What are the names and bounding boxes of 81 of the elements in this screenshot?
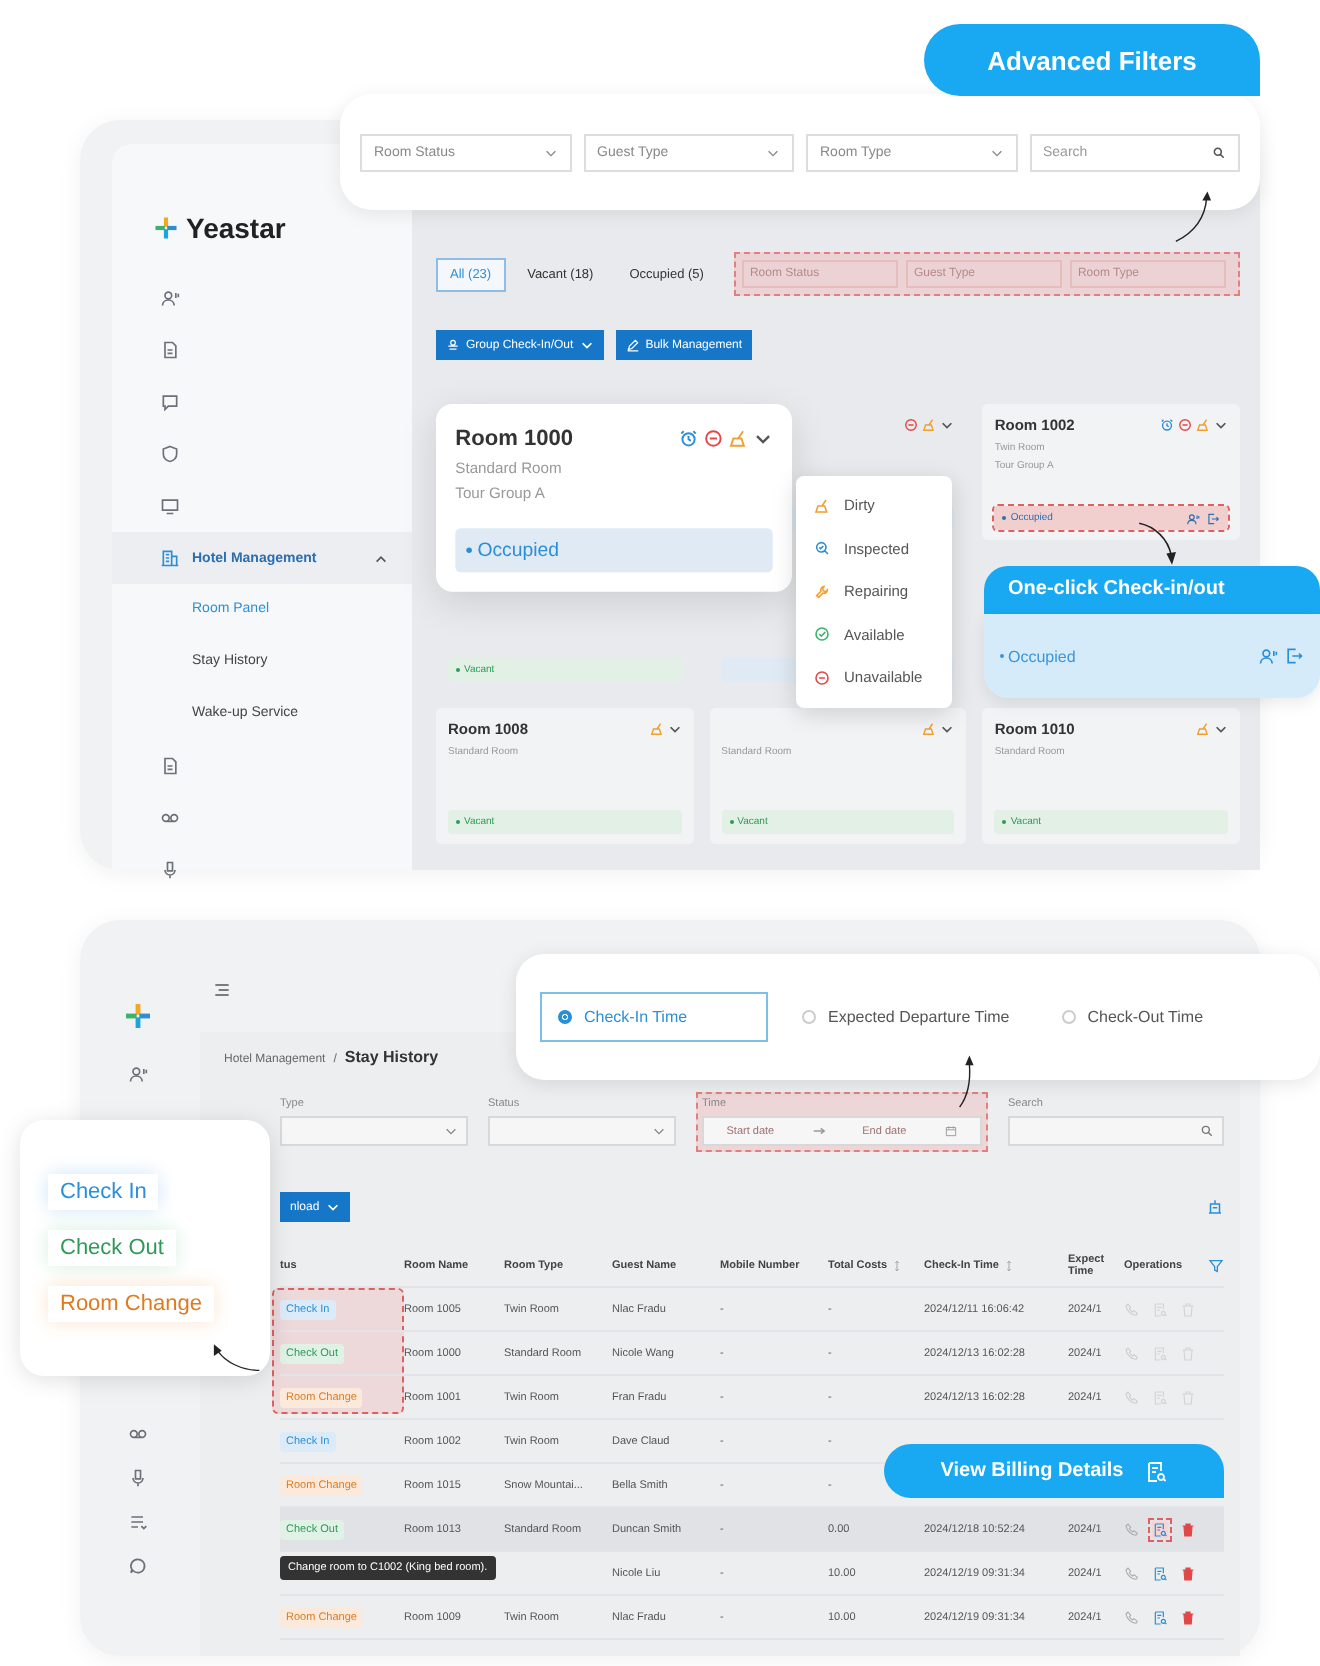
microphone-icon[interactable] bbox=[160, 860, 180, 880]
trash-icon[interactable] bbox=[1180, 1521, 1196, 1537]
chevron-down-icon[interactable] bbox=[1214, 418, 1228, 432]
filter-icon[interactable] bbox=[1208, 1258, 1224, 1274]
chevron-down-icon bbox=[989, 145, 1003, 159]
bill-details-icon bbox=[1143, 1459, 1168, 1483]
phone-icon[interactable] bbox=[1124, 1609, 1140, 1625]
calendar-icon bbox=[943, 1124, 958, 1138]
broom-icon bbox=[814, 497, 830, 514]
bill-details-icon[interactable] bbox=[1152, 1521, 1168, 1537]
callout-label: View Billing Details bbox=[884, 1444, 1224, 1498]
chevron-down-icon bbox=[652, 1124, 666, 1138]
wrench-icon bbox=[814, 583, 830, 600]
sort-icon[interactable] bbox=[1003, 1259, 1013, 1272]
trash-icon[interactable] bbox=[1180, 1609, 1196, 1625]
search-icon bbox=[1200, 1124, 1214, 1138]
radio-option[interactable]: Check-In Time bbox=[540, 992, 768, 1042]
select-field[interactable] bbox=[280, 1116, 468, 1146]
chevron-down-icon[interactable] bbox=[940, 722, 955, 736]
exit-icon[interactable] bbox=[1206, 511, 1220, 525]
voicemail-icon[interactable] bbox=[160, 808, 180, 828]
pen-icon bbox=[625, 338, 640, 352]
bill-details-icon[interactable] bbox=[1152, 1609, 1168, 1625]
magnifier-icon bbox=[814, 540, 830, 557]
menu-icon[interactable] bbox=[212, 980, 232, 1000]
curved-arrow bbox=[958, 1055, 974, 1108]
search-icon bbox=[1212, 145, 1226, 159]
voicemail-icon[interactable] bbox=[128, 1424, 148, 1444]
pinwheel-logo-icon bbox=[122, 1000, 154, 1032]
status-label: Occupied bbox=[466, 540, 560, 560]
curved-arrow bbox=[213, 1344, 261, 1371]
alarm-clock-icon[interactable] bbox=[677, 428, 698, 449]
room-name: Room 1000 bbox=[455, 426, 574, 451]
exit-icon[interactable] bbox=[1284, 646, 1304, 666]
person-icon[interactable] bbox=[1258, 646, 1278, 666]
document-icon[interactable] bbox=[160, 340, 180, 360]
chevron-down-icon bbox=[543, 145, 557, 159]
caret-icon bbox=[325, 1200, 340, 1214]
person-icon[interactable] bbox=[160, 288, 180, 308]
no-entry-icon[interactable] bbox=[702, 428, 723, 449]
document-icon[interactable] bbox=[160, 756, 180, 776]
search-field[interactable] bbox=[1008, 1116, 1224, 1146]
chat-icon[interactable] bbox=[160, 392, 180, 412]
phone-icon[interactable] bbox=[1124, 1521, 1140, 1537]
person-icon[interactable] bbox=[128, 1064, 148, 1084]
chevron-down-icon bbox=[444, 1124, 458, 1138]
sort-icon[interactable] bbox=[891, 1259, 902, 1272]
chevron-down-icon[interactable] bbox=[667, 722, 682, 736]
status-tag: Check Out bbox=[48, 1230, 176, 1266]
radio-option[interactable]: Check-Out Time bbox=[1043, 996, 1222, 1038]
no-entry-icon[interactable] bbox=[1178, 418, 1192, 432]
status-tag: Room Change bbox=[48, 1286, 214, 1322]
pinwheel-logo-icon bbox=[152, 214, 180, 242]
microphone-icon[interactable] bbox=[128, 1468, 148, 1488]
monitor-icon[interactable] bbox=[160, 496, 180, 516]
status-tag: Check In bbox=[48, 1174, 159, 1210]
callout-label: One-click Check-in/out bbox=[984, 566, 1320, 614]
chevron-down-icon[interactable] bbox=[1214, 722, 1228, 736]
list-icon[interactable] bbox=[128, 1512, 148, 1532]
caret-icon bbox=[579, 338, 594, 352]
arrow-right-icon bbox=[811, 1124, 826, 1138]
no-entry-icon bbox=[814, 669, 830, 686]
phone-icon[interactable] bbox=[1124, 1565, 1140, 1581]
person-icon[interactable] bbox=[1186, 511, 1200, 525]
status-label: Occupied bbox=[1000, 647, 1076, 665]
curved-arrow bbox=[1175, 191, 1212, 243]
building-icon bbox=[160, 548, 180, 568]
trash-icon[interactable] bbox=[1180, 1565, 1196, 1581]
radio-option[interactable]: Expected Departure Time bbox=[784, 996, 1028, 1038]
chevron-down-icon[interactable] bbox=[940, 418, 955, 432]
bill-details-icon[interactable] bbox=[1152, 1565, 1168, 1581]
no-entry-icon[interactable] bbox=[904, 418, 919, 432]
curved-arrow bbox=[1138, 522, 1176, 565]
page-title: Stay History bbox=[344, 1048, 439, 1066]
select-field[interactable] bbox=[488, 1116, 676, 1146]
callout-label: Advanced Filters bbox=[924, 24, 1260, 96]
speech-bubble-icon[interactable] bbox=[128, 1556, 148, 1576]
shield-icon[interactable] bbox=[160, 444, 180, 464]
logo-text: Yeastar bbox=[186, 212, 286, 244]
chevron-down-icon bbox=[766, 145, 780, 159]
alarm-clock-icon[interactable] bbox=[1160, 418, 1174, 432]
